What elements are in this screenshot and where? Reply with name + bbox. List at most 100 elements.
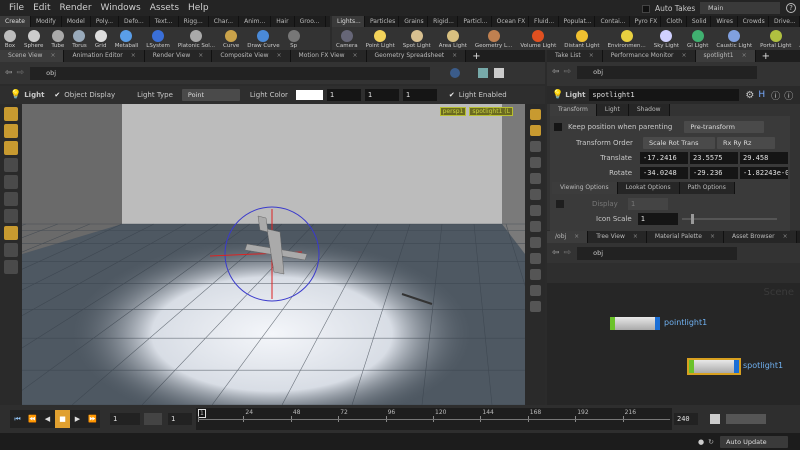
- step-back-icon[interactable]: ⏪: [25, 415, 40, 423]
- shelf-tab[interactable]: Modify: [31, 16, 62, 27]
- translate-x[interactable]: -17.2416: [640, 152, 688, 164]
- shelf-tool[interactable]: Volume Light: [520, 30, 556, 49]
- select-tool-icon[interactable]: [4, 107, 18, 121]
- bg-display-icon[interactable]: [529, 253, 541, 264]
- pin-icon[interactable]: [450, 68, 461, 78]
- end-frame-field[interactable]: 240: [674, 413, 698, 425]
- ghost-display-icon[interactable]: [529, 189, 541, 200]
- refresh-icon[interactable]: ↻: [708, 438, 714, 446]
- close-icon[interactable]: ×: [198, 52, 203, 59]
- shade-display-icon[interactable]: [529, 157, 541, 168]
- shelf-tool[interactable]: Sphere: [24, 30, 43, 49]
- magnet-tool-icon[interactable]: [4, 260, 18, 274]
- timeline-ruler[interactable]: 1 24 48 72 96 120 144 168 192 216: [196, 408, 672, 430]
- pre-transform-select[interactable]: Pre-transform: [684, 121, 765, 133]
- ref-display-icon[interactable]: [529, 285, 541, 296]
- forward-icon[interactable]: ⇨: [564, 248, 572, 258]
- keys-icon[interactable]: [710, 414, 720, 424]
- take-select[interactable]: Main: [700, 2, 780, 14]
- shelf-tab[interactable]: Grains: [399, 16, 429, 27]
- close-icon[interactable]: ×: [589, 52, 594, 59]
- node-label[interactable]: spotlight1: [743, 361, 783, 370]
- close-icon[interactable]: ×: [710, 233, 715, 240]
- close-icon[interactable]: ×: [353, 52, 358, 59]
- tab-lookat-options[interactable]: Lookat Options: [617, 182, 680, 194]
- viewport-layout-icon[interactable]: [494, 68, 505, 78]
- shelf-tab[interactable]: Hair: [271, 16, 295, 27]
- shelf-tab[interactable]: Solid: [687, 16, 712, 27]
- shelf-tool[interactable]: Geometry L...: [475, 30, 512, 49]
- cook-icon[interactable]: ●: [698, 438, 704, 446]
- display-checkbox[interactable]: [556, 200, 564, 208]
- light-color-swatch[interactable]: [295, 90, 323, 100]
- info-icon[interactable]: ⓘ: [771, 89, 780, 102]
- help-icon[interactable]: ⓘ: [784, 89, 793, 102]
- playback-options-icons[interactable]: [726, 414, 766, 424]
- rotate-y[interactable]: -29.236: [690, 167, 738, 179]
- node-spotlight1[interactable]: [687, 358, 741, 375]
- light-enabled-check-icon[interactable]: ✔: [449, 91, 455, 99]
- shelf-tab[interactable]: Contai...: [595, 16, 630, 27]
- forward-icon[interactable]: ⇨: [17, 68, 25, 78]
- light-color-r[interactable]: 1: [326, 89, 361, 101]
- shelf-tool[interactable]: Caustic Light: [716, 30, 752, 49]
- shelf-tool[interactable]: Grid: [94, 30, 107, 49]
- rotate-tool-icon[interactable]: [4, 192, 18, 206]
- shelf-tab[interactable]: Char...: [209, 16, 240, 27]
- shelf-tab[interactable]: Particl...: [458, 16, 492, 27]
- frame-step-buttons[interactable]: [144, 413, 162, 425]
- tab-path-options[interactable]: Path Options: [679, 182, 735, 194]
- shelf-tool[interactable]: Portal Light: [760, 30, 791, 49]
- persp-display-icon[interactable]: [529, 125, 541, 136]
- add-tab-icon[interactable]: +: [762, 51, 770, 62]
- shelf-tool[interactable]: Platonic Sol...: [178, 30, 215, 49]
- back-icon[interactable]: ⇦: [552, 248, 560, 258]
- pane-tab[interactable]: Asset Browser ×: [723, 231, 797, 243]
- add-tab-icon[interactable]: +: [472, 51, 480, 62]
- close-icon[interactable]: ×: [742, 52, 747, 59]
- object-display-check-icon[interactable]: ✔: [54, 91, 60, 99]
- path-field[interactable]: obj: [577, 246, 738, 260]
- path-field[interactable]: obj: [30, 66, 431, 80]
- shelf-tab[interactable]: Text...: [150, 16, 179, 27]
- shelf-tab[interactable]: Crowds: [738, 16, 769, 27]
- forward-icon[interactable]: ⇨: [564, 67, 572, 77]
- close-icon[interactable]: ×: [131, 52, 136, 59]
- close-icon[interactable]: ×: [681, 52, 686, 59]
- shelf-tool[interactable]: Box: [4, 30, 16, 49]
- tab-transform[interactable]: Transform: [550, 104, 597, 116]
- shelf-tool[interactable]: Camera: [336, 30, 358, 49]
- scale-display-icon[interactable]: [529, 269, 541, 280]
- rotate-z[interactable]: -1.82243e-0: [740, 167, 788, 179]
- shelf-tab[interactable]: Rigg...: [179, 16, 209, 27]
- shelf-tool[interactable]: Environmen...: [608, 30, 646, 49]
- tab-shadow[interactable]: Shadow: [628, 104, 670, 116]
- light-color-g[interactable]: 1: [364, 89, 399, 101]
- close-icon[interactable]: ×: [783, 233, 788, 240]
- shelf-tool[interactable]: Metaball: [115, 30, 138, 49]
- close-icon[interactable]: ×: [277, 52, 282, 59]
- tab-light[interactable]: Light: [596, 104, 629, 116]
- handle-tool-icon[interactable]: [4, 158, 18, 172]
- light-color-b[interactable]: 1: [402, 89, 437, 101]
- translate-z[interactable]: 29.458: [740, 152, 788, 164]
- stop-icon[interactable]: ■: [55, 410, 70, 428]
- normal-display-icon[interactable]: [529, 221, 541, 232]
- shelf-tab[interactable]: Populat...: [559, 16, 596, 27]
- view-tool-icon[interactable]: [4, 124, 18, 138]
- shelf-tab[interactable]: Rigid...: [428, 16, 459, 27]
- pane-tab[interactable]: Scene View ×: [0, 50, 65, 62]
- play-reverse-icon[interactable]: ◀: [40, 415, 55, 423]
- pane-tab[interactable]: Geometry Spreadsheet ×: [366, 50, 467, 62]
- move-tool-icon[interactable]: [4, 175, 18, 189]
- gear-icon[interactable]: ⚙: [745, 90, 754, 101]
- menu-assets[interactable]: Assets: [150, 3, 179, 13]
- shelf-tool[interactable]: Distant Light: [564, 30, 600, 49]
- icon-scale-field[interactable]: 1: [637, 213, 678, 225]
- pane-tab[interactable]: /obj ×: [547, 231, 589, 243]
- shelf-tab[interactable]: Drive...: [769, 16, 800, 27]
- shelf-tab[interactable]: Cloth: [661, 16, 687, 27]
- shelf-tab[interactable]: Ocean FX: [492, 16, 530, 27]
- light-display-icon[interactable]: [529, 141, 541, 152]
- shelf-tab[interactable]: Pyro FX: [630, 16, 662, 27]
